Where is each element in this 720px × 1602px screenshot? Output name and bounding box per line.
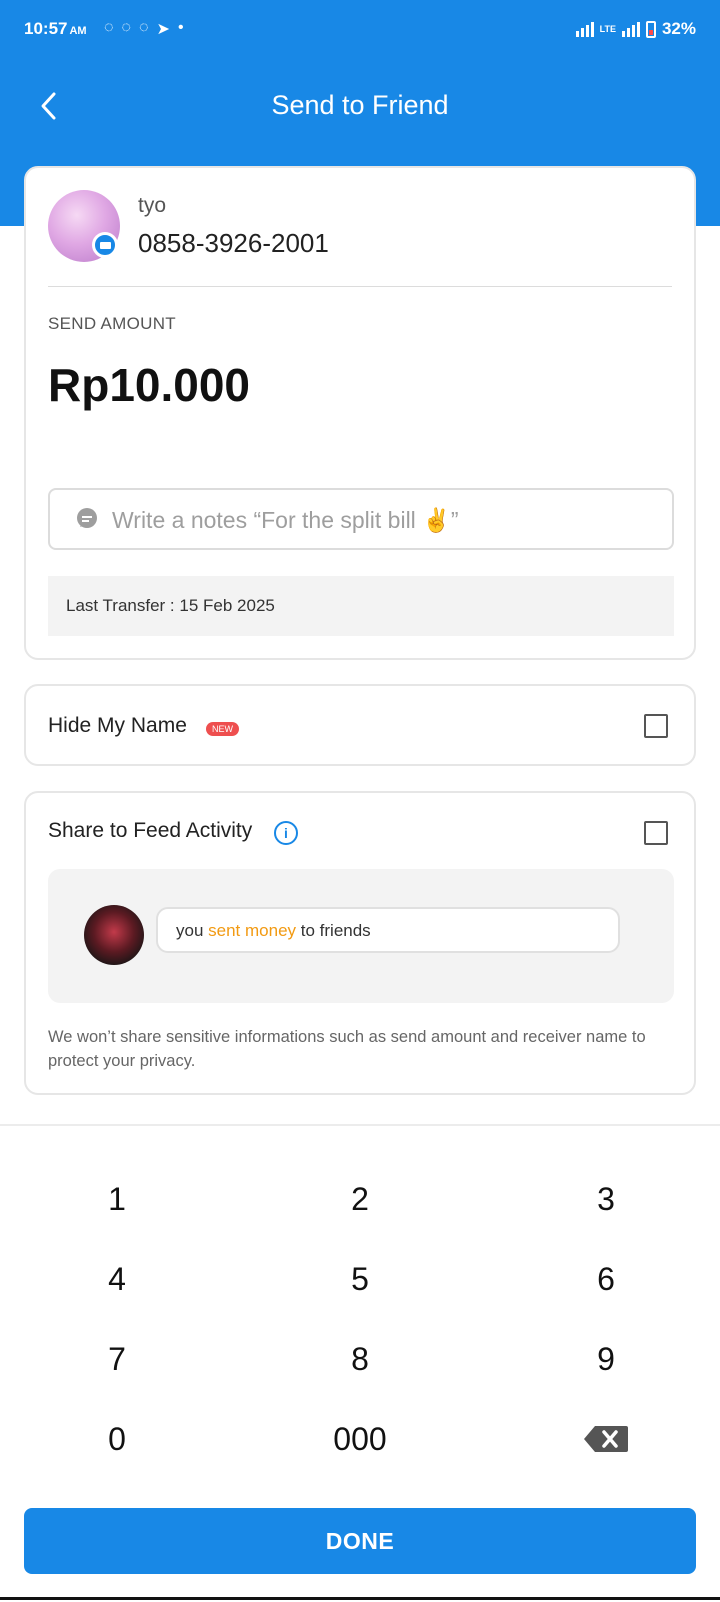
- notification-icons: ◌ ◌ ◌ ➤ •: [104, 19, 184, 39]
- chat-icon: [77, 508, 97, 528]
- key-0[interactable]: 0: [37, 1404, 197, 1474]
- send-amount-value[interactable]: Rp10.000: [48, 358, 250, 412]
- feed-preview-bubble: you sent money to friends: [156, 907, 620, 953]
- key-3[interactable]: 3: [526, 1164, 686, 1234]
- key-6[interactable]: 6: [526, 1244, 686, 1314]
- key-000[interactable]: 000: [280, 1404, 440, 1474]
- status-bar: 10:57 AM ◌ ◌ ◌ ➤ • LTE 32%: [0, 0, 720, 60]
- key-5[interactable]: 5: [280, 1244, 440, 1314]
- key-7[interactable]: 7: [37, 1324, 197, 1394]
- status-time: 10:57 AM: [24, 19, 87, 38]
- key-2[interactable]: 2: [280, 1164, 440, 1234]
- key-4[interactable]: 4: [37, 1244, 197, 1314]
- backspace-icon: [584, 1426, 628, 1452]
- share-feed-label: Share to Feed Activity: [48, 819, 253, 842]
- new-badge: NEW: [206, 722, 239, 736]
- page-title: Send to Friend: [271, 90, 449, 120]
- last-transfer-box: Last Transfer : 15 Feb 2025: [48, 576, 674, 636]
- notes-input[interactable]: Write a notes “For the split bill ✌️”: [48, 488, 674, 550]
- feed-preview: you sent money to friends: [48, 869, 674, 1003]
- transfer-card: tyo 0858-3926-2001 SEND AMOUNT Rp10.000 …: [24, 166, 696, 660]
- info-icon[interactable]: i: [274, 821, 298, 845]
- hide-name-card: Hide My Name NEW: [24, 684, 696, 766]
- notes-placeholder: Write a notes “For the split bill ✌️”: [112, 507, 459, 533]
- battery-percent: 32%: [661, 19, 696, 38]
- recipient-name: tyo: [138, 194, 167, 217]
- backspace-button[interactable]: [526, 1404, 686, 1474]
- system-status: LTE 32%: [575, 19, 696, 39]
- share-feed-checkbox[interactable]: [644, 821, 668, 845]
- hide-name-label: Hide My Name: [48, 714, 187, 737]
- key-9[interactable]: 9: [526, 1324, 686, 1394]
- signal-icon: [621, 21, 640, 37]
- key-8[interactable]: 8: [280, 1324, 440, 1394]
- telegram-icon: ➤: [156, 21, 170, 38]
- feed-preview-text: you sent money to friends: [176, 921, 371, 940]
- last-transfer-text: Last Transfer : 15 Feb 2025: [66, 596, 275, 615]
- hide-name-checkbox[interactable]: [644, 714, 668, 738]
- feed-avatar: [84, 905, 144, 965]
- privacy-note: We won’t share sensitive informations su…: [48, 1028, 646, 1070]
- app-bar: Send to Friend: [0, 70, 720, 142]
- whatsapp-icon: ◌: [104, 19, 114, 36]
- wallet-badge-icon: [92, 232, 118, 258]
- network-type: LTE: [599, 24, 616, 34]
- key-1[interactable]: 1: [37, 1164, 197, 1234]
- dot-icon: •: [177, 19, 184, 36]
- whatsapp-business-icon: ◌: [121, 19, 132, 36]
- divider: [48, 286, 672, 287]
- battery-icon: [645, 20, 656, 38]
- recipient-phone: 0858-3926-2001: [138, 228, 329, 258]
- share-feed-card: Share to Feed Activity i you sent money …: [24, 791, 696, 1095]
- send-amount-label: SEND AMOUNT: [48, 314, 176, 333]
- done-button[interactable]: DONE: [24, 1508, 696, 1574]
- whatsapp-icon: ◌: [139, 19, 149, 36]
- signal-icon: [575, 21, 594, 37]
